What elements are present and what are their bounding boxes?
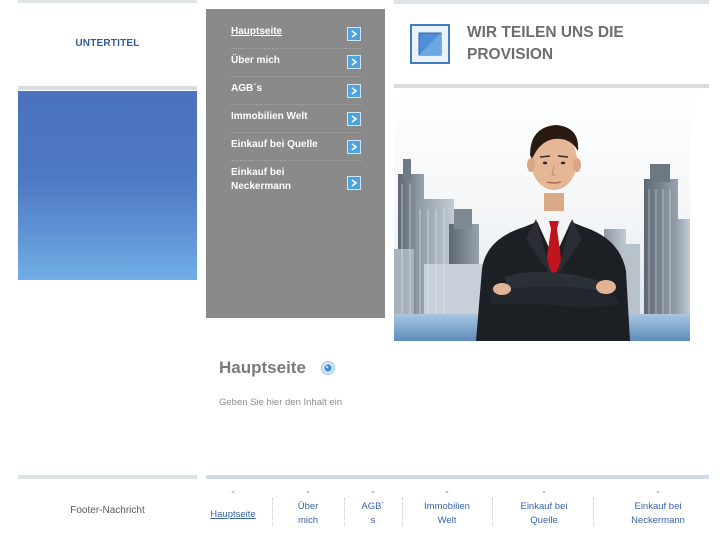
nav-item-label: Über mich: [231, 55, 280, 66]
header-divider: [394, 84, 709, 88]
blue-dot-icon: [321, 361, 335, 375]
chevron-down-icon: ˇ: [371, 490, 375, 500]
arrow-right-icon: [347, 55, 361, 69]
chevron-down-icon: ˇ: [306, 490, 310, 500]
site-subtitle: UNTERTITEL: [75, 38, 140, 49]
footer-nav-label-line2: Quelle: [530, 515, 558, 526]
footer-nav-label-line2: Welt: [437, 515, 457, 526]
nav-item-label: Einkauf bei Quelle: [231, 139, 318, 150]
footer-nav-einkauf-quelle[interactable]: ˇ Einkauf bei Quelle: [504, 490, 584, 528]
content-text: Geben Sie hier den Inhalt ein: [219, 397, 343, 408]
chevron-down-icon: ˇ: [445, 490, 449, 500]
footer-separator: [402, 498, 403, 526]
footer-nav-label: Hauptseite: [210, 509, 256, 520]
footer-nav-einkauf-neckermann[interactable]: ˇ Einkauf bei Neckermann: [614, 490, 702, 528]
footer-nav-label: Immobilien: [424, 501, 470, 512]
nav-item-label: AGB´s: [231, 83, 263, 94]
nav-item-einkauf-neckermann[interactable]: Einkauf bei Neckermann: [231, 166, 361, 198]
arrow-right-icon: [347, 112, 361, 126]
footer-nav-label: Einkauf bei: [634, 501, 682, 512]
hero-image: [394, 89, 690, 341]
footer-separator: [492, 498, 493, 526]
footer-nav-label: AGB´: [361, 501, 385, 512]
footer-nav-hauptseite[interactable]: ˇ Hauptseite: [206, 490, 260, 522]
footer-nav-label-line2: mich: [297, 515, 319, 526]
footer-nav-label: Einkauf bei: [520, 501, 568, 512]
chevron-down-icon: ˇ: [542, 490, 546, 500]
footer-nav-label-line2: Neckermann: [631, 515, 685, 526]
blue-gradient-panel: [18, 91, 197, 280]
page-title: Hauptseite: [219, 358, 306, 377]
nav-item-label: Immobilien Welt: [231, 111, 308, 122]
footer-nav-agb[interactable]: ˇ AGB´ s: [353, 490, 393, 528]
nav-item-einkauf-quelle[interactable]: Einkauf bei Quelle: [231, 138, 361, 161]
footer-divider-left: [18, 475, 197, 479]
main-navigation: Hauptseite Über mich AGB´s Immobilien We…: [206, 9, 385, 318]
arrow-right-icon: [347, 84, 361, 98]
footer-nav-label-line2: s: [370, 515, 376, 526]
top-divider-left: [18, 0, 197, 3]
nav-item-agb[interactable]: AGB´s: [231, 82, 361, 105]
site-title: WIR TEILEN UNS DIE PROVISION: [467, 24, 624, 63]
footer-separator: [593, 498, 594, 526]
footer-nav-immobilien-welt[interactable]: ˇ Immobilien Welt: [412, 490, 482, 528]
chevron-down-icon: ˇ: [656, 490, 660, 500]
footer-separator: [344, 498, 345, 526]
footer-divider-right: [206, 475, 709, 479]
footer-nav-label: Über: [297, 501, 319, 512]
chevron-down-icon: ˇ: [231, 490, 235, 500]
footer-separator: [272, 498, 273, 526]
nav-item-ueber-mich[interactable]: Über mich: [231, 54, 361, 77]
nav-item-label: Hauptseite: [231, 26, 283, 37]
nav-item-label: Einkauf bei Neckermann: [231, 167, 292, 192]
nav-item-immobilien-welt[interactable]: Immobilien Welt: [231, 110, 361, 133]
arrow-right-icon: [347, 27, 361, 41]
square-logo-icon: [410, 24, 450, 64]
arrow-right-icon: [347, 176, 361, 190]
nav-item-hauptseite[interactable]: Hauptseite: [231, 25, 361, 49]
header-top-divider: [394, 0, 709, 4]
left-divider: [18, 86, 197, 90]
footer-message: Footer-Nachricht: [70, 505, 145, 516]
footer-nav-ueber-mich[interactable]: ˇ Über mich: [286, 490, 330, 528]
arrow-right-icon: [347, 140, 361, 154]
